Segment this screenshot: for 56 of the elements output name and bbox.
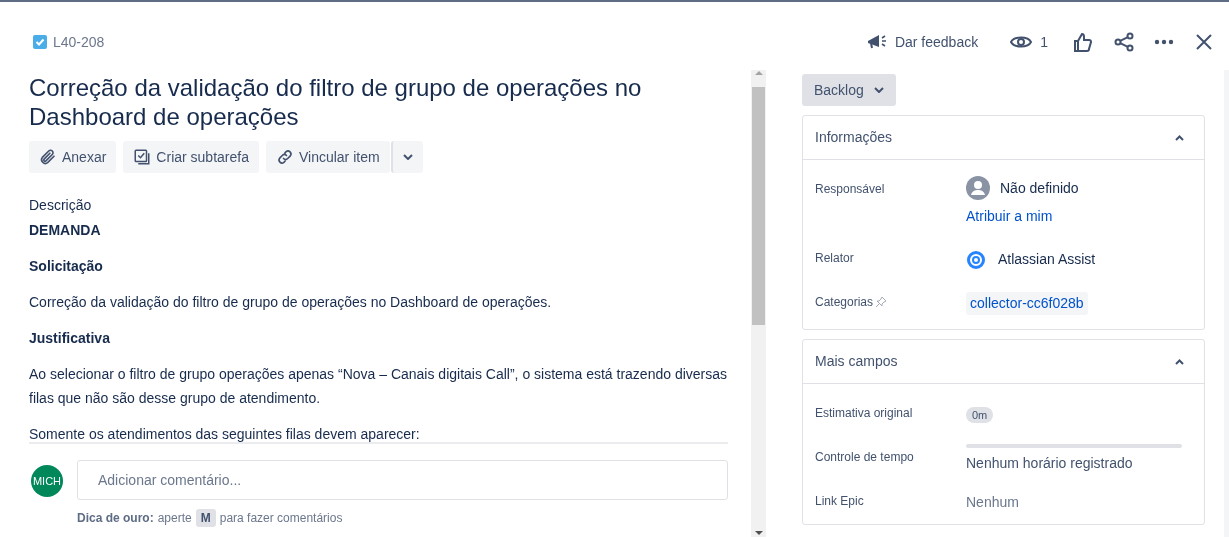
description-paragraph: Correção da validação do filtro de grupo de operações no Dashboard de operações. [29, 293, 553, 312]
feedback-button[interactable]: Dar feedback [862, 31, 983, 53]
field-value: Atlassian Assist [998, 250, 1096, 269]
subtask-icon [133, 148, 152, 166]
field-value: Não definido [1000, 178, 1079, 198]
paperclip-icon [39, 148, 57, 166]
tip-text: para fazer comentários [219, 510, 343, 527]
field-label: Responsável [815, 181, 885, 198]
panel-header[interactable]: Mais campos [803, 340, 1204, 384]
link-icon [275, 148, 294, 166]
field-label: Controle de tempo [815, 449, 914, 466]
task-checkbox-icon [33, 35, 47, 49]
field-label: Link Epic [815, 493, 864, 510]
issue-key-link[interactable]: L40-208 [53, 31, 105, 53]
assign-to-me-link[interactable]: Atribuir a mim [966, 206, 1192, 227]
keyboard-key: M [195, 509, 216, 527]
chevron-down-icon [873, 87, 884, 93]
field-label: Categorias [815, 294, 874, 311]
watch-button[interactable]: 1 [1010, 31, 1048, 53]
description-heading: DEMANDA [29, 221, 102, 240]
chevron-down-icon [402, 154, 413, 160]
eye-icon [1010, 34, 1033, 50]
megaphone-icon [866, 33, 889, 51]
more-icon[interactable] [1154, 39, 1174, 45]
description-label: Descrição [29, 196, 93, 215]
issue-title: Correção da validação do filtro de grupo de operações no Dashboard de operações [29, 73, 643, 131]
description-paragraph: Somente os atendimentos das seguintes filas devem aparecer: [29, 425, 421, 442]
panel-header[interactable]: Informações [803, 116, 1204, 160]
chevron-up-icon [1175, 134, 1184, 141]
comment-field[interactable]: Adicionar comentário... [77, 460, 728, 500]
status-button[interactable]: Backlog [802, 74, 896, 106]
description-heading: Solicitação [29, 257, 104, 276]
more-actions-button[interactable] [390, 141, 423, 173]
panel-title: Informações [815, 128, 893, 147]
field-value: Nenhum horário registrado [966, 454, 1134, 473]
thumbs-up-icon[interactable] [1074, 32, 1092, 52]
panel-title: Mais campos [815, 352, 898, 371]
lifebuoy-icon [966, 249, 986, 270]
description-paragraph: Ao selecionar o filtro de grupo operações apenas “Nova – Canais digitais Call”, o sistema está trazendo diversas filas que não são desse grupo de atendimento. [29, 365, 728, 408]
tip-text: aperte [157, 510, 192, 527]
close-icon[interactable] [1196, 34, 1212, 50]
attach-button[interactable]: Anexar [29, 141, 117, 173]
link-item-button[interactable]: Vincular item [265, 141, 390, 173]
estimate-badge: 0m [966, 407, 994, 423]
description-heading: Justificativa [29, 329, 111, 348]
share-icon[interactable] [1114, 32, 1134, 52]
chevron-up-icon [1175, 358, 1184, 365]
category-tag[interactable]: collector-cc6f028b [966, 292, 1088, 315]
user-avatar: MICH [31, 465, 63, 497]
tip-label: Dica de ouro: [77, 510, 154, 527]
field-label: Relator [815, 250, 854, 267]
scrollbar[interactable] [751, 70, 766, 537]
field-label: Estimativa original [815, 405, 913, 422]
create-subtask-button[interactable]: Criar subtarefa [123, 141, 259, 173]
avatar-icon [966, 176, 990, 200]
field-value: Nenhum [966, 494, 1019, 510]
